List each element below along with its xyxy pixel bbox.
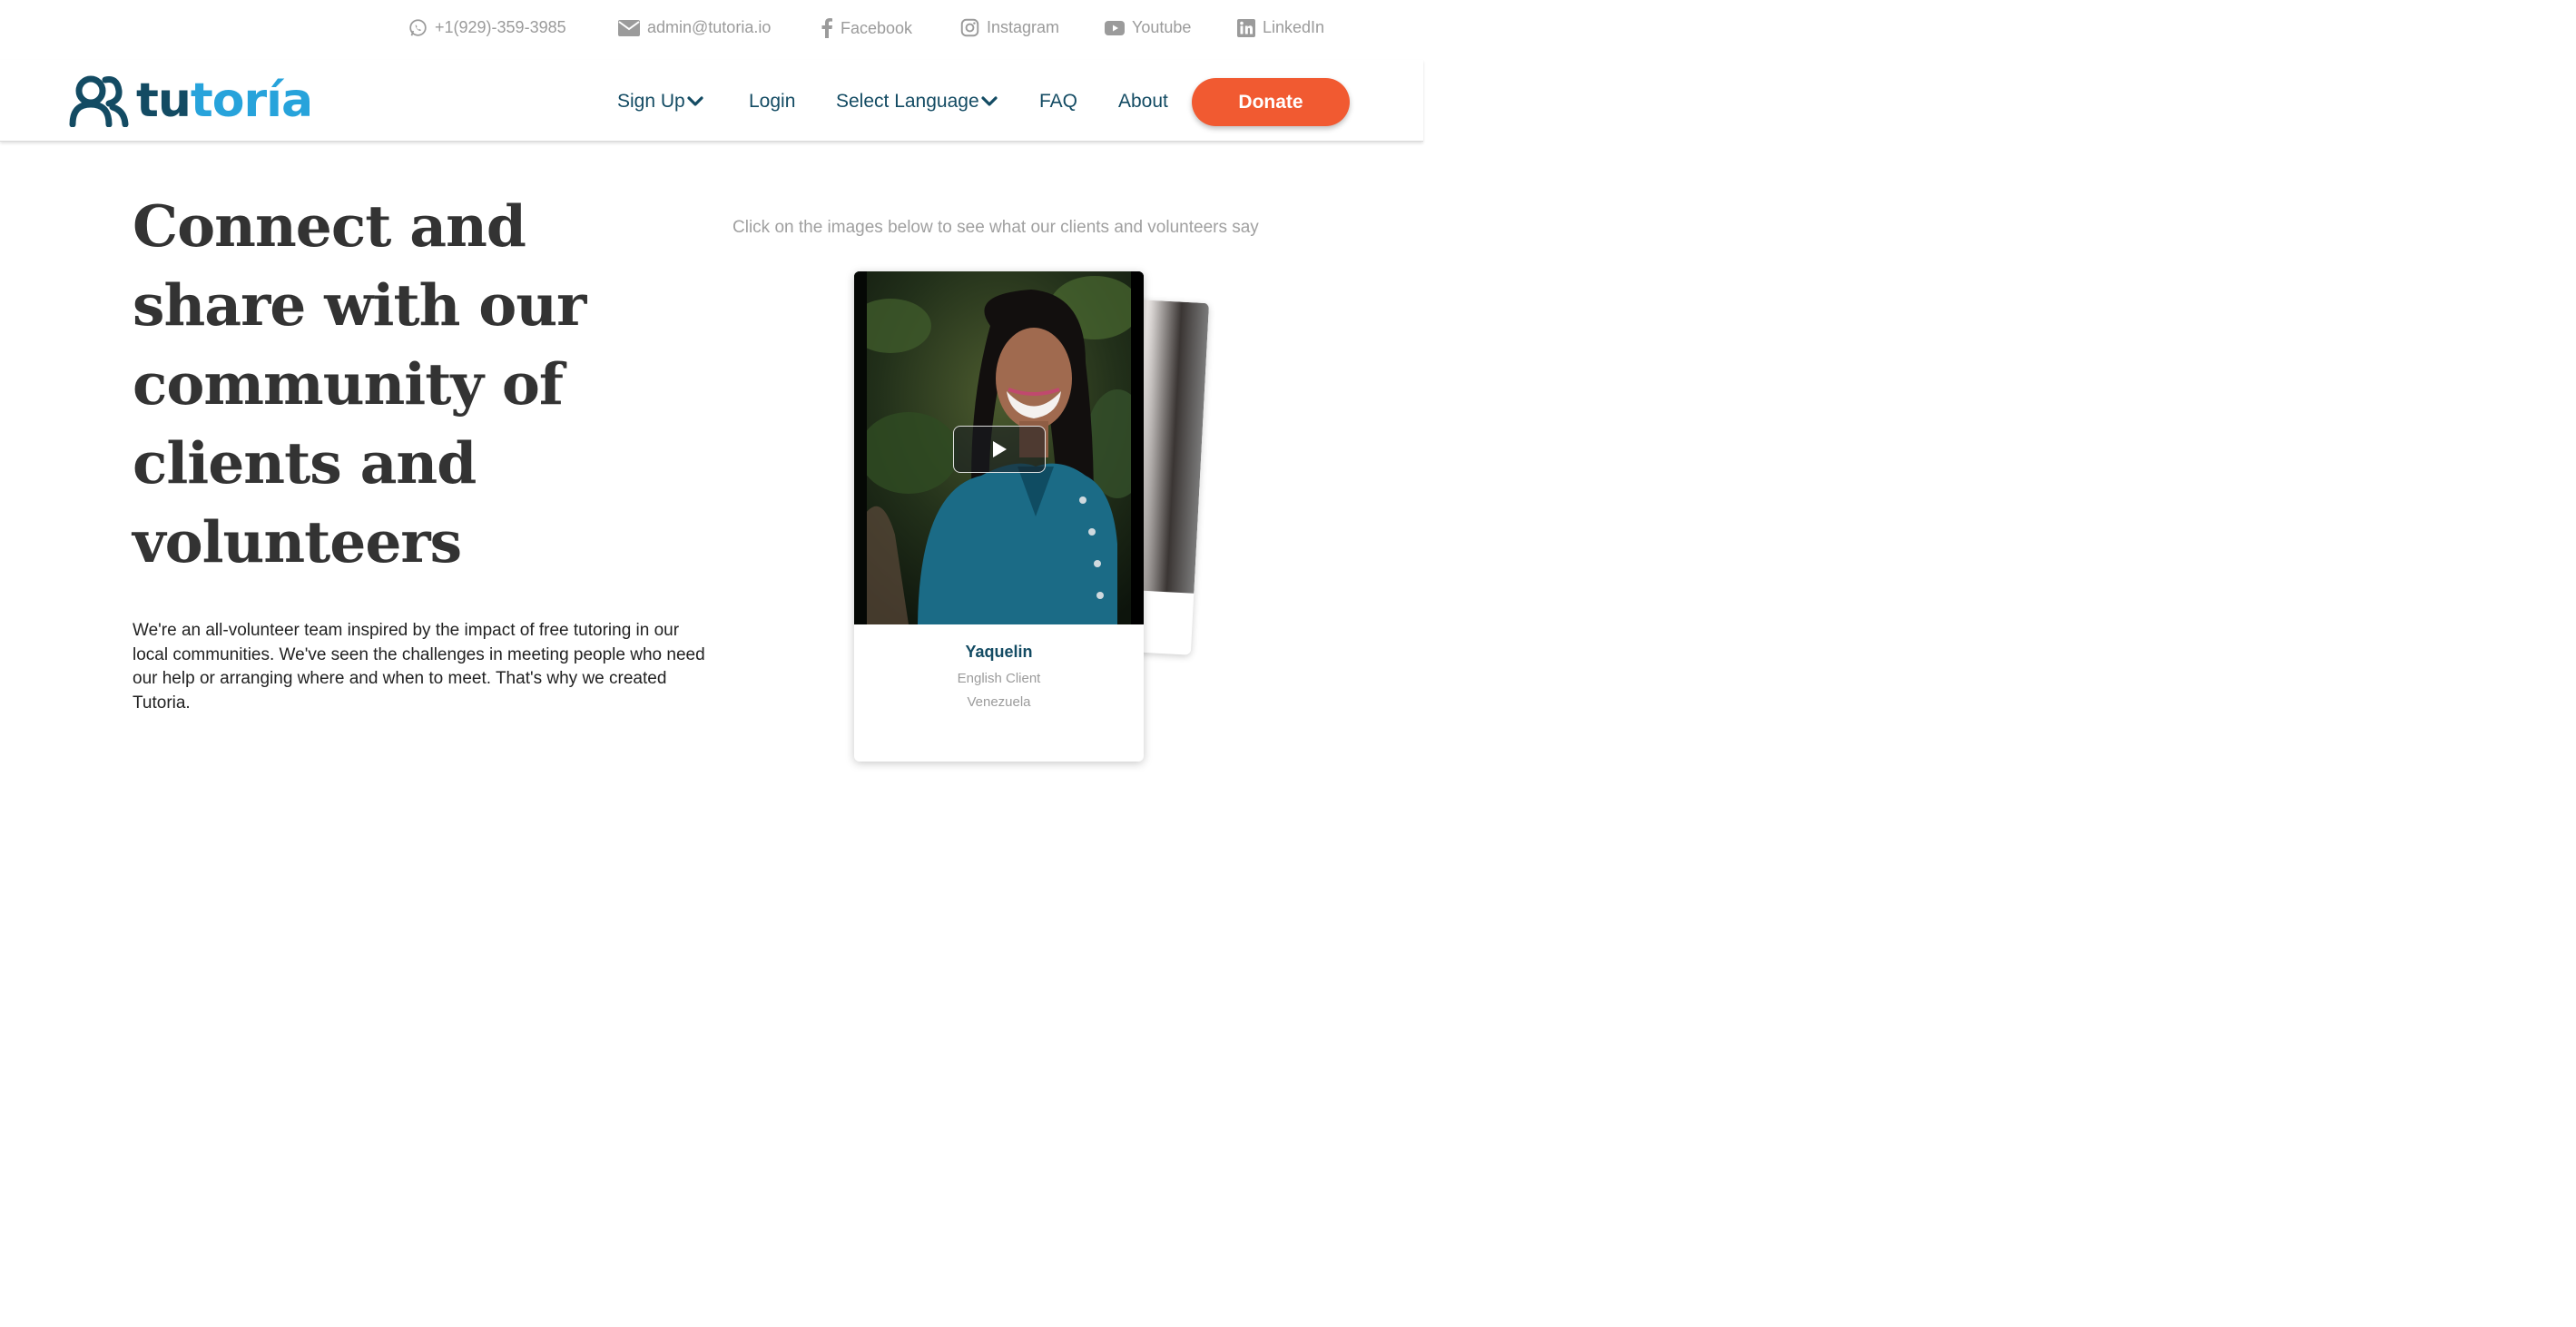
phone-number: +1(929)-359-3985: [435, 18, 566, 36]
testimonial-video-thumbnail[interactable]: [854, 271, 1144, 624]
nav-language[interactable]: Select Language: [836, 91, 998, 113]
donate-button[interactable]: Donate: [1192, 78, 1350, 126]
phone-link[interactable]: +1(929)-359-3985: [408, 18, 566, 37]
testimonials-caption: Click on the images below to see what ou…: [732, 218, 1259, 237]
nav-faq-label: FAQ: [1039, 91, 1078, 112]
logo-wordmark: tutoría: [136, 74, 313, 128]
youtube-label: Youtube: [1132, 18, 1192, 36]
hero-headline: Connect and share with our community of …: [133, 192, 586, 575]
chevron-down-icon: [687, 96, 703, 106]
youtube-icon: [1105, 20, 1125, 35]
facebook-icon: [821, 18, 832, 38]
linkedin-label: LinkedIn: [1263, 18, 1325, 36]
nav-about[interactable]: About: [1118, 91, 1168, 113]
nav-signup-label: Sign Up: [617, 91, 685, 112]
mail-icon: [618, 19, 640, 36]
email-link[interactable]: admin@tutoria.io: [618, 18, 771, 37]
facebook-link[interactable]: Facebook: [821, 18, 912, 38]
nav-login[interactable]: Login: [749, 91, 795, 113]
hero-intro: We're an all-volunteer team inspired by …: [133, 621, 705, 713]
instagram-label: Instagram: [987, 18, 1060, 36]
instagram-link[interactable]: Instagram: [960, 18, 1059, 37]
play-icon: [993, 441, 1007, 457]
main-navbar: tutoría Sign Up Login Select Language FA…: [0, 60, 1423, 142]
nav-about-label: About: [1118, 91, 1168, 112]
testimonial-country: Venezuela: [967, 694, 1031, 710]
logo-link[interactable]: tutoría: [69, 74, 313, 128]
testimonial-card-featured[interactable]: Yaquelin English Client Venezuela: [854, 271, 1144, 762]
nav-signup[interactable]: Sign Up: [617, 91, 703, 113]
youtube-link[interactable]: Youtube: [1105, 18, 1191, 37]
contact-bar: +1(929)-359-3985 admin@tutoria.io Facebo…: [0, 0, 1423, 60]
people-logo-icon: [69, 75, 129, 127]
nav-language-label: Select Language: [836, 91, 979, 112]
whatsapp-icon: [409, 19, 427, 36]
instagram-icon: [960, 18, 979, 37]
linkedin-link[interactable]: LinkedIn: [1237, 18, 1324, 37]
linkedin-icon: [1237, 18, 1255, 37]
nav-login-label: Login: [749, 91, 796, 112]
testimonial-name: Yaquelin: [965, 643, 1033, 661]
chevron-down-icon: [981, 96, 998, 106]
nav-faq[interactable]: FAQ: [1039, 91, 1077, 113]
facebook-label: Facebook: [841, 18, 913, 37]
testimonial-role: English Client: [957, 671, 1041, 686]
play-button[interactable]: [953, 426, 1046, 473]
email-address: admin@tutoria.io: [647, 18, 772, 36]
